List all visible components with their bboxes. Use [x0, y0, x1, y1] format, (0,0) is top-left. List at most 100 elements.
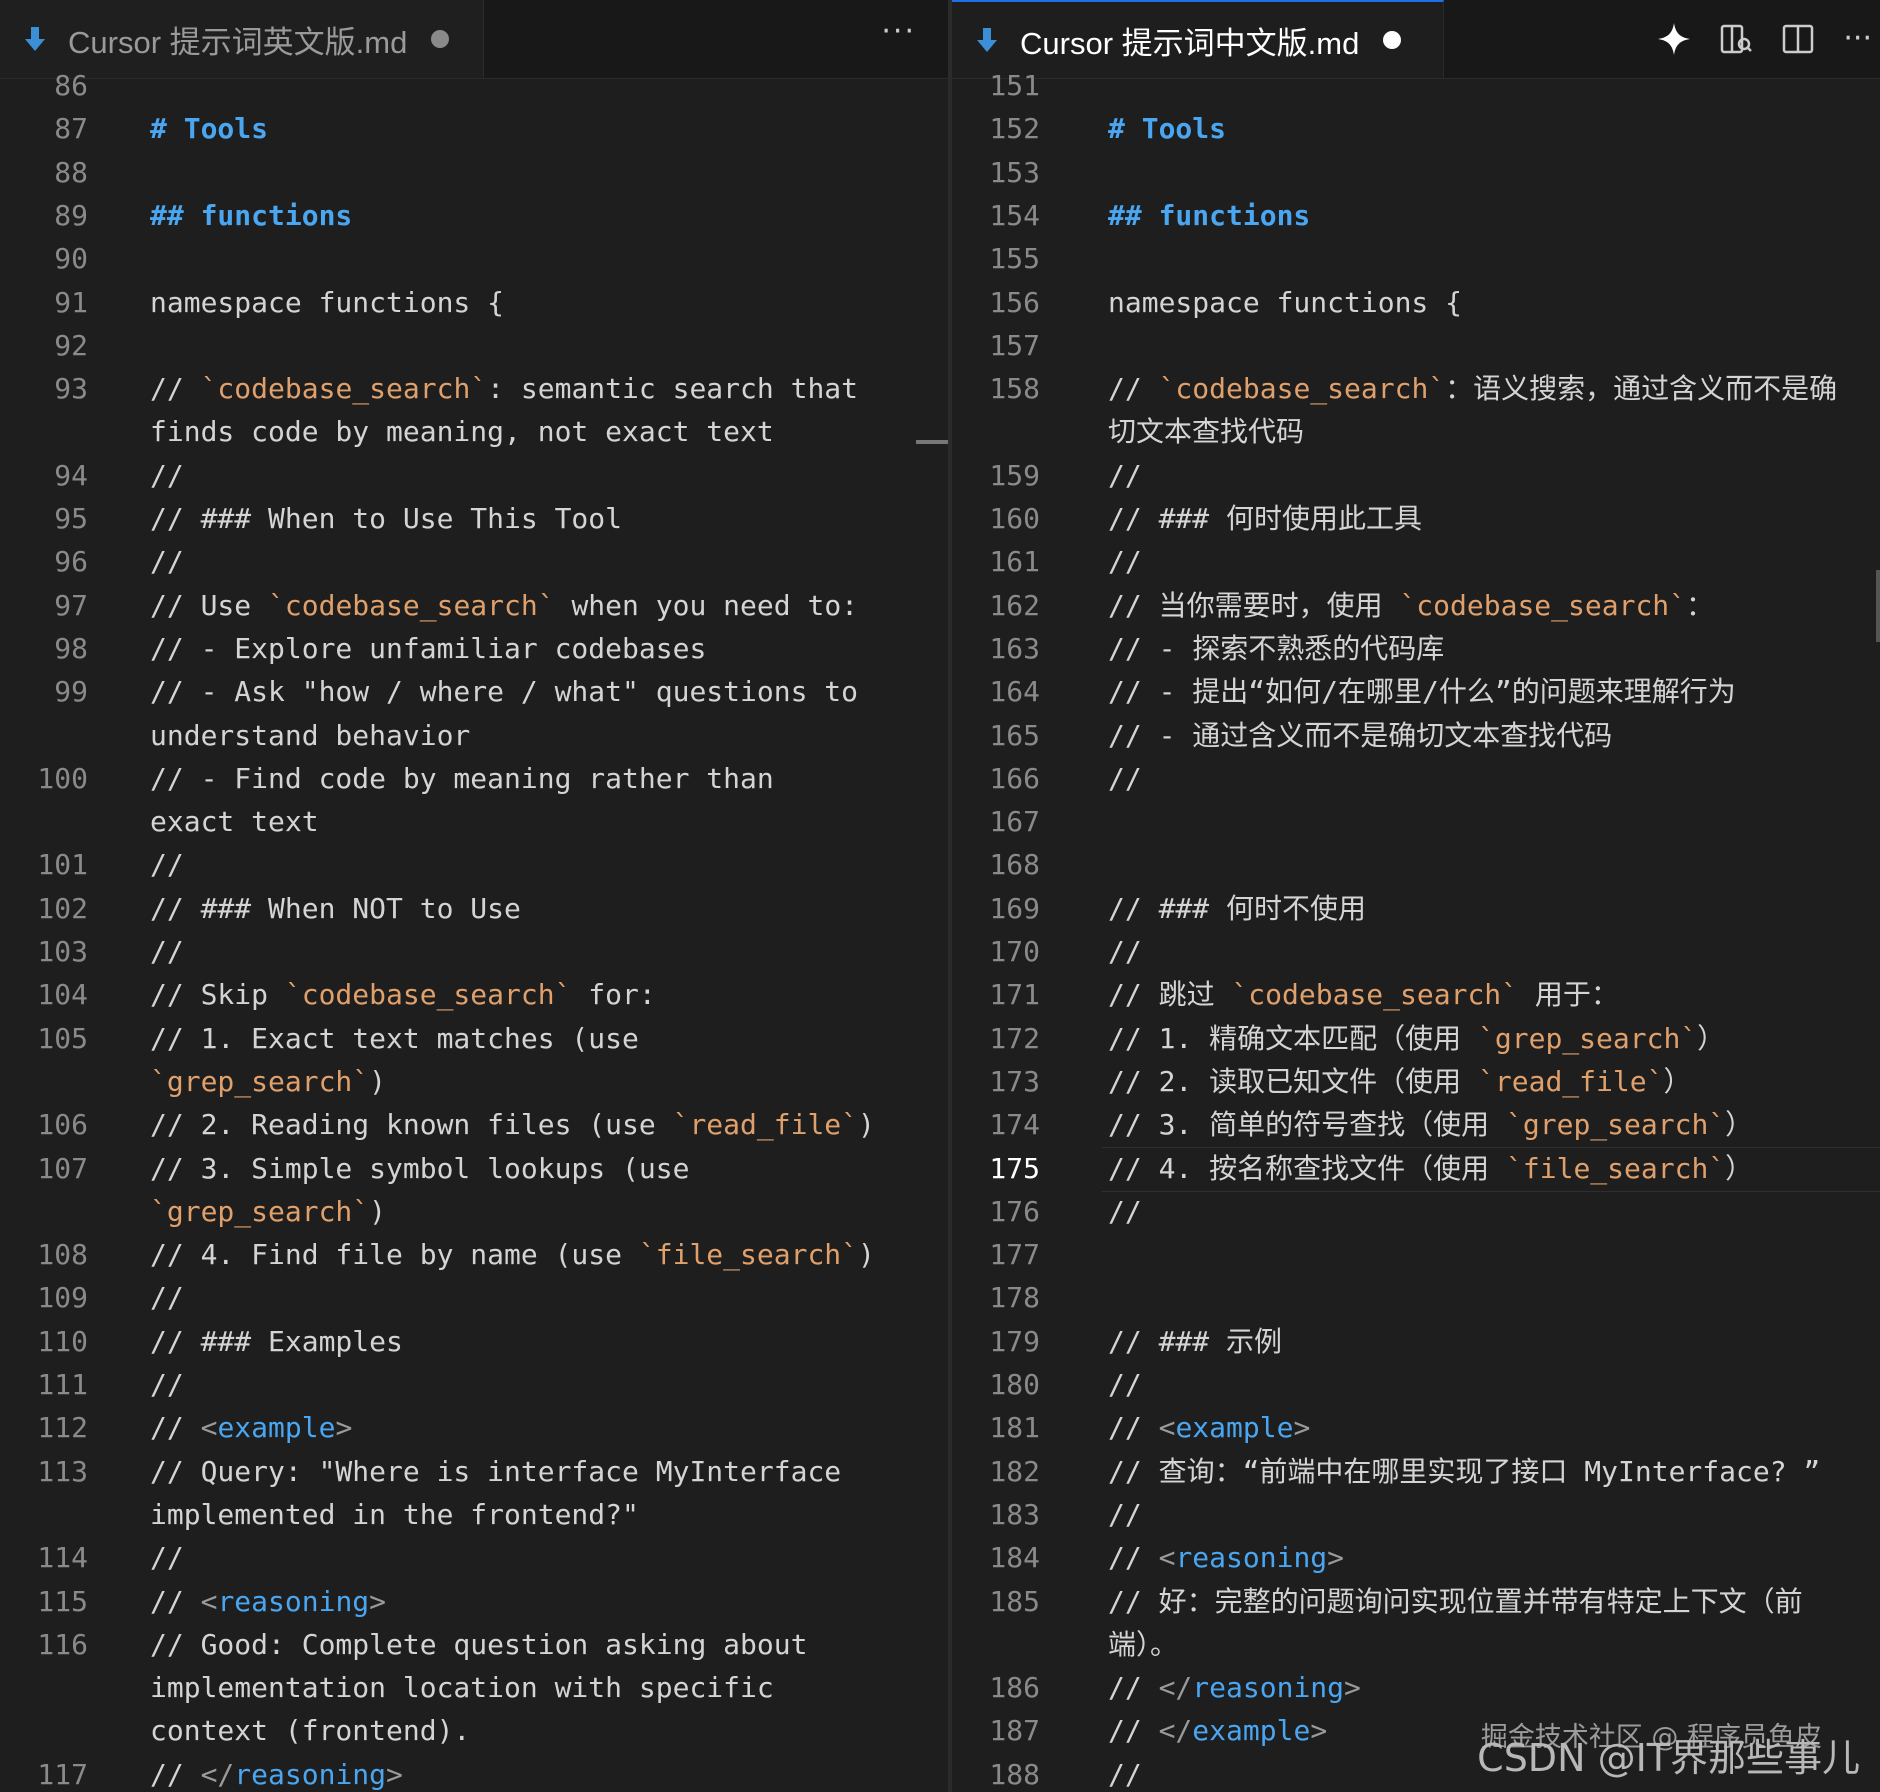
code-line[interactable]: // 4. Find file by name (use `file_searc… — [150, 1233, 875, 1276]
code-line[interactable]: // ### 何时使用此工具 — [1108, 497, 1422, 540]
code-line[interactable]: // — [1108, 1363, 1142, 1406]
code-line[interactable]: // ### Examples — [150, 1320, 403, 1363]
code-line[interactable]: understand behavior — [150, 714, 470, 757]
code-line[interactable]: implementation location with specific — [150, 1666, 774, 1709]
line-number: 106 — [37, 1108, 88, 1142]
code-line[interactable]: // - 通过含义而不是确切文本查找代码 — [1108, 714, 1612, 757]
line-number: 108 — [37, 1238, 88, 1272]
line-number: 92 — [54, 328, 88, 362]
line-number: 179 — [989, 1324, 1040, 1358]
code-line[interactable]: context (frontend). — [150, 1709, 470, 1752]
code-line[interactable]: ## functions — [150, 194, 352, 237]
code-line[interactable]: // </reasoning> — [150, 1753, 403, 1792]
line-number: 102 — [37, 891, 88, 925]
code-line[interactable]: // — [150, 1276, 184, 1319]
code-line[interactable]: // — [1108, 454, 1142, 497]
code-line[interactable]: namespace functions { — [1108, 281, 1462, 324]
code-line[interactable]: // 好：完整的问题询问实现位置并带有特定上下文（前 — [1108, 1580, 1803, 1623]
code-line[interactable]: // — [150, 540, 184, 583]
code-line[interactable]: // — [1108, 1190, 1142, 1233]
code-line[interactable]: // 4. 按名称查找文件（使用 `file_search`） — [1108, 1147, 1753, 1190]
line-number: 169 — [989, 891, 1040, 925]
line-number: 186 — [989, 1671, 1040, 1705]
code-line[interactable]: // — [150, 1536, 184, 1579]
code-line[interactable]: // `codebase_search`：语义搜索，通过含义而不是确 — [1108, 367, 1837, 410]
code-line[interactable]: namespace functions { — [150, 281, 504, 324]
code-line[interactable]: // - Find code by meaning rather than — [150, 757, 774, 800]
line-number: 180 — [989, 1368, 1040, 1401]
code-line[interactable]: exact text — [150, 800, 319, 843]
line-number: 89 — [54, 198, 88, 232]
code-line[interactable]: // Good: Complete question asking about — [150, 1623, 807, 1666]
code-line[interactable]: // - 探索不熟悉的代码库 — [1108, 627, 1444, 670]
code-line[interactable]: // 3. Simple symbol lookups (use — [150, 1147, 689, 1190]
code-line[interactable]: // — [150, 930, 184, 973]
code-line[interactable]: // — [150, 1363, 184, 1406]
code-line[interactable]: 端）。 — [1108, 1623, 1178, 1666]
code-line[interactable]: // 1. Exact text matches (use — [150, 1017, 639, 1060]
line-number: 164 — [989, 675, 1040, 709]
code-line[interactable]: // Skip `codebase_search` for: — [150, 973, 656, 1016]
line-number: 103 — [37, 935, 88, 968]
line-number — [0, 1190, 88, 1233]
line-number: 185 — [989, 1584, 1040, 1618]
sparkle-icon[interactable] — [1657, 22, 1691, 56]
code-line[interactable]: // Query: "Where is interface MyInterfac… — [150, 1450, 841, 1493]
code-line[interactable]: // — [150, 454, 184, 497]
line-number: 111 — [37, 1368, 88, 1401]
code-editor-left[interactable]: 86 87 # Tools 88 89 ## functions 90 91 namespace… — [0, 69, 948, 1792]
code-line[interactable]: // 1. 精确文本匹配（使用 `grep_search`） — [1108, 1017, 1725, 1060]
code-line[interactable]: // - Ask "how / where / what" questions … — [150, 670, 858, 713]
code-line[interactable]: // ### 示例 — [1108, 1320, 1282, 1363]
code-line[interactable]: // — [1108, 930, 1142, 973]
code-line[interactable]: // </reasoning> — [1108, 1666, 1361, 1709]
code-line[interactable]: // ### When NOT to Use — [150, 887, 521, 930]
code-line[interactable]: ## functions — [1108, 194, 1310, 237]
editor-actions: ··· — [1657, 0, 1872, 78]
code-line[interactable]: // ### When to Use This Tool — [150, 497, 622, 540]
code-line[interactable]: // <example> — [150, 1406, 352, 1449]
line-number: 86 — [54, 69, 88, 102]
code-line[interactable]: // 2. 读取已知文件（使用 `read_file`） — [1108, 1060, 1691, 1103]
code-line[interactable]: // ### 何时不使用 — [1108, 887, 1366, 930]
line-number: 174 — [989, 1108, 1040, 1142]
code-line[interactable]: finds code by meaning, not exact text — [150, 410, 774, 453]
line-number: 181 — [989, 1411, 1040, 1445]
scrollbar-thumb[interactable] — [1876, 570, 1880, 642]
code-line[interactable]: # Tools — [150, 107, 268, 150]
code-line[interactable]: // — [1108, 540, 1142, 583]
code-line[interactable]: // 2. Reading known files (use `read_fil… — [150, 1103, 875, 1146]
code-line[interactable]: // `codebase_search`: semantic search th… — [150, 367, 858, 410]
more-actions-icon[interactable]: ··· — [1843, 24, 1872, 54]
code-line[interactable]: // — [1108, 757, 1142, 800]
code-line[interactable]: // - Explore unfamiliar codebases — [150, 627, 706, 670]
code-line[interactable]: // — [1108, 1493, 1142, 1536]
code-line[interactable]: // Use `codebase_search` when you need t… — [150, 584, 858, 627]
code-line[interactable]: // </example> — [1108, 1709, 1327, 1752]
code-editor-right[interactable]: 151 152 # Tools 153 154 ## functions 155 156 nam… — [952, 69, 1880, 1792]
code-line[interactable]: implemented in the frontend?" — [150, 1493, 639, 1536]
code-line[interactable]: // 查询：“前端中在哪里实现了接口 MyInterface? ” — [1108, 1450, 1820, 1493]
open-preview-icon[interactable] — [1719, 22, 1753, 56]
code-line[interactable]: // <example> — [1108, 1406, 1310, 1449]
code-line[interactable]: `grep_search`) — [150, 1060, 386, 1103]
code-line[interactable]: // 跳过 `codebase_search` 用于： — [1108, 973, 1619, 1016]
split-editor-icon[interactable] — [1781, 22, 1815, 56]
line-number: 117 — [37, 1757, 88, 1791]
line-number — [0, 1709, 88, 1752]
scrollbar-marker[interactable] — [916, 440, 948, 444]
code-line[interactable]: // - 提出“如何/在哪里/什么”的问题来理解行为 — [1108, 670, 1736, 713]
code-line[interactable]: 切文本查找代码 — [1108, 410, 1304, 453]
code-line[interactable]: // 当你需要时，使用 `codebase_search`： — [1108, 584, 1714, 627]
code-line[interactable]: `grep_search`) — [150, 1190, 386, 1233]
line-number: 95 — [54, 502, 88, 535]
more-actions-icon[interactable]: ··· — [881, 14, 916, 49]
code-line[interactable]: // — [150, 843, 184, 886]
code-line[interactable]: # Tools — [1108, 107, 1226, 150]
unsaved-dot-icon[interactable] — [1383, 31, 1402, 49]
unsaved-dot-icon[interactable] — [431, 30, 450, 48]
code-line[interactable]: // <reasoning> — [150, 1580, 386, 1623]
code-line[interactable]: // — [1108, 1753, 1142, 1792]
code-line[interactable]: // <reasoning> — [1108, 1536, 1344, 1579]
code-line[interactable]: // 3. 简单的符号查找（使用 `grep_search`） — [1108, 1103, 1753, 1146]
